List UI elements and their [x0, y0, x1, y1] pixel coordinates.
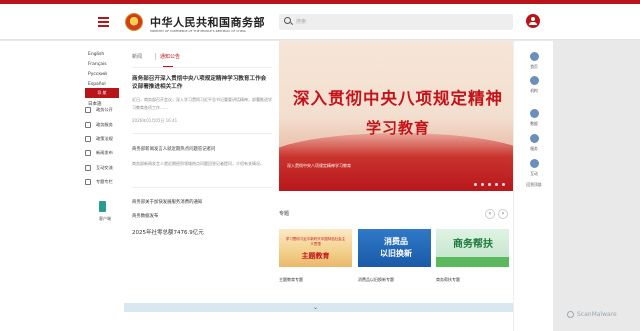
card-caption[interactable]: 主题教育专题 [279, 277, 303, 283]
sidebar-item-interaction[interactable]: 互动交流 [85, 161, 121, 175]
prev-arrow-icon[interactable]: ‹ [485, 209, 495, 219]
card-caption[interactable]: 商务帮扶专题 [436, 277, 460, 283]
search-box[interactable]: 搜索 [279, 14, 513, 30]
right-sidebar: 首页 机构 数据 服务 互动 回到顶部 [513, 41, 553, 331]
sidebar-item-open-affairs[interactable]: 政务公开 [85, 103, 121, 117]
right-item-label: 首页 [530, 64, 538, 69]
carousel-dot[interactable] [488, 183, 491, 186]
chart-icon [529, 109, 539, 118]
tab-divider [132, 67, 272, 68]
right-item-home[interactable]: 首页 [526, 52, 542, 70]
mail-icon [85, 121, 91, 128]
expand-bar[interactable]: ⌄ [124, 303, 513, 312]
section-title: 专题 [279, 211, 290, 217]
chat-icon [85, 164, 91, 171]
sidebar-item-label: 新闻发布 [96, 150, 113, 156]
monitor-icon [85, 150, 91, 157]
national-emblem-icon [125, 13, 143, 31]
right-item-label: 互动 [530, 171, 538, 176]
news-link[interactable]: 商务部新闻发言人就近期热点问题答记者问 [132, 146, 272, 152]
banner-subheadline: 学习教育 [365, 119, 430, 137]
tab-separator [155, 53, 156, 60]
watermark: ScanMalware [577, 311, 617, 318]
mobile-app-icon[interactable] [99, 201, 106, 212]
sidebar-item-services[interactable]: 政务服务 [85, 117, 121, 131]
grid-icon [85, 107, 91, 114]
lang-russian[interactable]: Русский [88, 70, 107, 80]
topic-card[interactable]: 商务帮扶 [436, 229, 509, 267]
carousel-dot[interactable] [495, 183, 498, 186]
headline-link[interactable]: 商务部召开深入贯彻中央八项规定精神学习教育工作会议部署推进相关工作 [132, 75, 268, 91]
right-item-interact[interactable]: 互动 [526, 159, 542, 177]
news-link[interactable]: 商务数据发布 [132, 213, 158, 219]
right-item-service[interactable]: 服务 [526, 134, 542, 152]
carousel-dot[interactable] [481, 183, 484, 186]
site-title[interactable]: 中华人民共和国商务部 [150, 14, 265, 30]
news-summary: 商务部新闻发言人就近期经贸领域热点问题回答记者提问，介绍有关情况。 [132, 161, 264, 166]
right-item-org[interactable]: 机构 [526, 76, 542, 94]
left-sidebar: EnglishFrançais РусскийEspañol Deutsch日本… [0, 41, 124, 331]
sidebar-item-press[interactable]: 新闻发布 [85, 146, 121, 160]
search-input[interactable]: 搜索 [296, 18, 306, 25]
banner-headline: 深入贯彻中央八项规定精神 [293, 89, 503, 108]
card-caption[interactable]: 消费品以旧换新专题 [358, 277, 394, 283]
topic-card[interactable]: 学习贯彻习近平新时代中国特色社会主义思想 主题教育 [279, 229, 352, 267]
card-subtitle: 以旧换新 [380, 249, 412, 258]
sidebar-item-regulations[interactable]: 政策法规 [85, 132, 121, 146]
right-item-label: 服务 [530, 146, 538, 151]
sidebar-item-label: 互动交流 [96, 164, 113, 170]
sidebar-item-topics[interactable]: 专题专栏 [85, 175, 121, 189]
card-headline: 学习贯彻习近平新时代中国特色社会主义思想 [285, 237, 346, 246]
topic-card[interactable]: 消费品 以旧换新 [358, 229, 431, 267]
back-to-top[interactable]: 回到顶部 [526, 179, 542, 188]
carousel-dots [474, 183, 505, 186]
sidebar-nav: 政务公开 政务服务 政策法规 新闻发布 互动交流 专题专栏 [85, 103, 121, 189]
divider [132, 133, 272, 134]
card-headline: 商务帮扶 [453, 239, 493, 250]
search-icon[interactable] [284, 17, 291, 24]
document-icon [85, 135, 91, 142]
stat-text[interactable]: 2025年社零总额7476.9亿元 [132, 228, 204, 236]
nav-header-tab[interactable]: 导 航 [85, 88, 119, 98]
menu-icon[interactable] [98, 17, 109, 27]
user-icon[interactable] [526, 14, 540, 28]
service-icon [529, 134, 539, 143]
tab-notices[interactable]: 通知公告 [160, 53, 180, 60]
site-subtitle: MINISTRY OF COMMERCE OF THE PEOPLE'S REP… [150, 29, 246, 33]
chevron-down-icon[interactable]: ⌄ [313, 304, 318, 311]
headline-date: 2026年01月05日 16:41 [132, 118, 178, 123]
headline-summary: 近日，商务部召开会议，深入学习贯彻习近平总书记重要讲话精神，部署推进学习教育各项… [132, 97, 272, 110]
carousel-dot[interactable] [474, 183, 477, 186]
building-icon [529, 76, 539, 85]
lang-french[interactable]: Français [88, 60, 107, 70]
right-item-data[interactable]: 数据 [526, 109, 542, 127]
right-item-label: 回到顶部 [526, 182, 542, 187]
chat-icon [529, 159, 539, 168]
watermark-icon [567, 311, 574, 318]
carousel-dot[interactable] [502, 183, 505, 186]
divider [132, 187, 272, 188]
puzzle-icon [85, 179, 91, 186]
next-arrow-icon[interactable]: › [498, 209, 508, 219]
home-icon [529, 52, 539, 61]
app-label[interactable]: 客户端 [99, 216, 111, 222]
card-decoration [436, 257, 509, 267]
site-header: 中华人民共和国商务部 MINISTRY OF COMMERCE OF THE P… [0, 4, 640, 40]
news-link[interactable]: 商务部关于加快发展服务消费的通知 [132, 199, 202, 205]
sidebar-item-label: 专题专栏 [96, 179, 113, 185]
sidebar-item-label: 政务公开 [96, 107, 113, 113]
language-list: EnglishFrançais РусскийEspañol Deutsch日本… [88, 50, 124, 110]
right-item-label: 机构 [530, 88, 538, 93]
right-item-label: 数据 [530, 121, 538, 126]
main-content: 新闻 通知公告 商务部召开深入贯彻中央八项规定精神学习教育工作会议部署推进相关工… [124, 41, 513, 331]
sidebar-item-label: 政务服务 [96, 121, 113, 127]
card-subtitle: 主题教育 [301, 251, 330, 260]
hero-banner[interactable]: 深入贯彻中央八项规定精神 学习教育 深入贯彻中央八项规定精神学习教育 [279, 41, 513, 191]
lang-english[interactable]: English [88, 50, 104, 60]
tab-news[interactable]: 新闻 [132, 53, 142, 60]
sidebar-item-label: 政策法规 [96, 135, 113, 141]
card-headline: 消费品 [384, 237, 408, 246]
banner-caption[interactable]: 深入贯彻中央八项规定精神学习教育 [287, 163, 351, 169]
